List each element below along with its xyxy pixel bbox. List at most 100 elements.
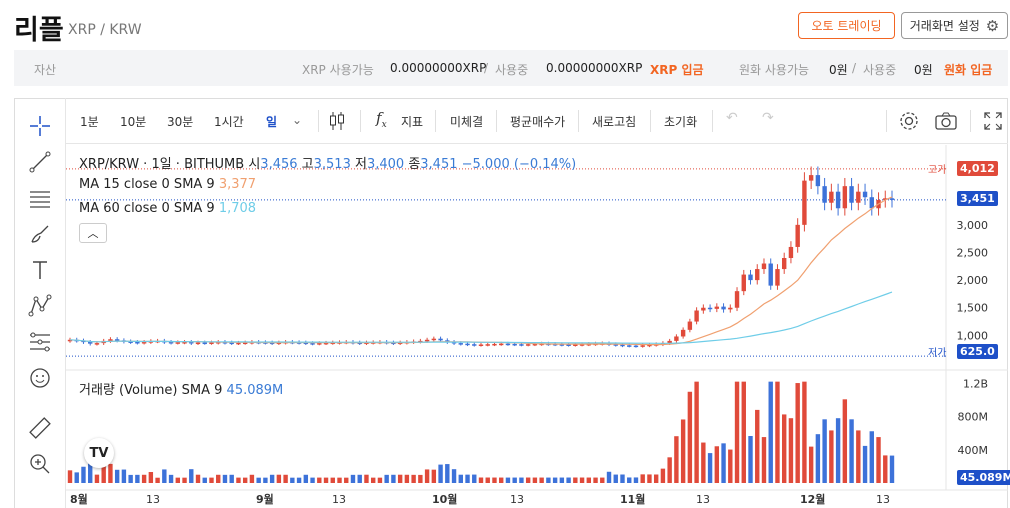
- undo-icon[interactable]: ↶: [726, 110, 738, 126]
- volume-bar: [613, 474, 618, 483]
- volume-bar: [755, 409, 760, 483]
- time-tick-label: 9월: [256, 492, 274, 506]
- time-tick-label: 12월: [800, 492, 825, 506]
- volume-bar: [835, 418, 841, 483]
- candle-body: [505, 343, 511, 346]
- trend-line-icon[interactable]: [26, 148, 54, 176]
- volume-bar: [620, 474, 625, 483]
- volume-tick-label: 1.2B: [963, 377, 988, 390]
- volume-bar: [883, 455, 888, 483]
- volume-bar: [687, 391, 693, 483]
- volume-bar: [741, 381, 746, 483]
- screen-settings-button[interactable]: 거래화면 설정 ⚙: [901, 12, 1008, 39]
- indicator-button[interactable]: 지표: [401, 113, 423, 130]
- refresh-button[interactable]: 새로고침: [592, 113, 636, 130]
- divider: [496, 110, 497, 132]
- volume-bar: [781, 414, 787, 483]
- candle-body: [620, 344, 625, 347]
- unfilled-orders-button[interactable]: 미체결: [450, 113, 483, 130]
- price-chart[interactable]: 3,000 2,500 2,000 1,500 1,000 1.2B 800M 400M 8월 1…: [66, 145, 1008, 508]
- volume-bar: [330, 477, 335, 483]
- candle-body: [209, 342, 214, 345]
- high-value: 3,513: [313, 157, 351, 172]
- volume-bar: [114, 469, 120, 483]
- chevron-down-icon[interactable]: ⌄: [292, 113, 302, 127]
- volume-bar: [889, 455, 895, 483]
- low-label: 저: [354, 157, 367, 172]
- candle-body: [728, 307, 733, 310]
- close-value: 3,451: [420, 157, 458, 172]
- fx-icon[interactable]: fx: [376, 109, 387, 130]
- volume-bar: [283, 474, 288, 483]
- zoom-in-icon[interactable]: [26, 450, 54, 478]
- candle-body: [438, 338, 443, 341]
- volume-bar: [350, 474, 356, 483]
- volume-bar: [566, 477, 571, 483]
- interval-10m[interactable]: 10분: [120, 113, 146, 130]
- volume-bar: [236, 477, 241, 483]
- candle-body: [485, 344, 490, 346]
- ruler-icon[interactable]: [26, 414, 54, 442]
- candle-body: [889, 198, 895, 200]
- candlestick-icon[interactable]: [328, 111, 346, 134]
- volume-bar: [276, 474, 282, 483]
- volume-bar: [721, 443, 726, 483]
- volume-bar: [404, 474, 410, 483]
- high-price-tag: 4,012: [957, 161, 998, 176]
- candle-body: [627, 345, 632, 347]
- screen-settings-label: 거래화면 설정: [909, 19, 980, 33]
- pattern-icon[interactable]: [26, 292, 54, 320]
- volume-bar: [67, 470, 73, 483]
- candle-body: [114, 339, 120, 341]
- xrp-deposit-link[interactable]: XRP 입금: [650, 61, 704, 78]
- text-tool-icon[interactable]: [26, 256, 54, 284]
- volume-bar: [216, 474, 221, 483]
- volume-bar: [795, 383, 800, 483]
- camera-icon[interactable]: [934, 111, 958, 134]
- volume-bar: [573, 477, 578, 483]
- interval-1m[interactable]: 1분: [80, 113, 99, 130]
- fib-lines-icon[interactable]: [26, 184, 54, 212]
- reset-button[interactable]: 초기화: [664, 113, 697, 130]
- volume-bar: [418, 474, 423, 483]
- volume-bar: [189, 469, 194, 483]
- fullscreen-icon[interactable]: [983, 111, 1003, 134]
- candle-body: [640, 345, 645, 347]
- volume-bar: [842, 399, 848, 483]
- volume-bar: [357, 474, 362, 483]
- interval-day[interactable]: 일: [266, 113, 277, 130]
- volume-bar: [701, 442, 706, 483]
- candle-body: [525, 344, 531, 346]
- tradingview-logo-icon[interactable]: TV: [84, 438, 114, 468]
- volume-bar: [337, 477, 342, 483]
- interval-30m[interactable]: 30분: [167, 113, 193, 130]
- interval-1h[interactable]: 1시간: [214, 113, 244, 130]
- brush-icon[interactable]: [26, 220, 54, 248]
- avg-buy-price-button[interactable]: 평균매수가: [510, 113, 565, 130]
- ma15-value: 3,377: [218, 177, 257, 192]
- volume-bar: [411, 474, 416, 483]
- chart-settings-icon[interactable]: [898, 110, 920, 135]
- prediction-icon[interactable]: [26, 328, 54, 356]
- auto-trade-button[interactable]: 오토 트레이딩: [798, 12, 895, 39]
- volume-bar: [579, 477, 585, 483]
- krw-available-label: 원화 사용가능: [739, 63, 810, 77]
- high-label: 고: [301, 157, 314, 172]
- redo-icon[interactable]: ↷: [762, 110, 774, 126]
- candle-body: [633, 345, 639, 348]
- volume-bar: [108, 463, 113, 483]
- emoji-icon[interactable]: [26, 364, 54, 392]
- volume-bar: [135, 474, 140, 483]
- krw-deposit-link[interactable]: 원화 입금: [944, 61, 992, 78]
- volume-bar: [465, 474, 470, 483]
- crosshair-icon[interactable]: [26, 112, 54, 140]
- volume-bar: [802, 381, 807, 483]
- volume-bar: [290, 477, 295, 483]
- collapse-legend-button[interactable]: ︿: [79, 223, 107, 243]
- candle-body: [795, 224, 800, 247]
- candle-body: [310, 343, 315, 345]
- ma60-label: MA 60 close 0 SMA 9: [79, 201, 215, 216]
- ma60-line: [69, 291, 893, 344]
- volume-bar: [438, 464, 443, 483]
- price-tick-label: 2,000: [957, 274, 989, 287]
